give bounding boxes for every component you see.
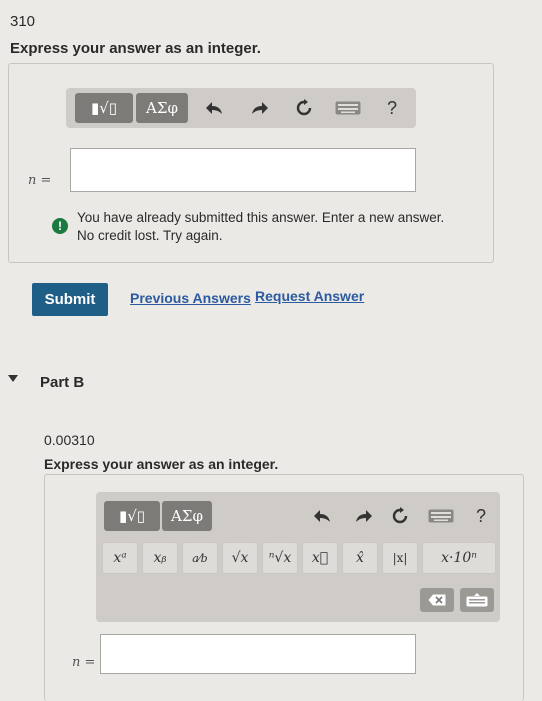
given-value-b: 0.00310 xyxy=(44,432,95,448)
undo-icon-b[interactable] xyxy=(308,502,336,530)
delete-icon[interactable] xyxy=(420,588,454,612)
nth-root-button[interactable]: ⁿ√x xyxy=(262,542,298,574)
redo-icon[interactable] xyxy=(246,94,274,122)
keyboard-toggle-icon[interactable] xyxy=(460,588,494,612)
feedback-message: You have already submitted this answer. … xyxy=(77,209,444,245)
superscript-button[interactable]: xᵃ xyxy=(102,542,138,574)
math-toolbar-b: ▮√▯ ΑΣφ ? xᵃ xᵦ a⁄b √x ⁿ√x x⃗ x̂ |x| x·1… xyxy=(96,492,500,622)
feedback-line-2: No credit lost. Try again. xyxy=(77,228,223,243)
reset-icon-b[interactable] xyxy=(386,502,414,530)
fraction-button[interactable]: a⁄b xyxy=(182,542,218,574)
templates-button[interactable]: ▮√▯ xyxy=(75,93,133,123)
part-b-title[interactable]: Part B xyxy=(40,374,84,391)
keyboard-icon-b[interactable] xyxy=(424,504,458,528)
collapse-caret-icon[interactable] xyxy=(8,375,18,382)
warning-icon: ! xyxy=(52,218,68,234)
submit-button[interactable]: Submit xyxy=(32,283,108,316)
greek-symbols-button[interactable]: ΑΣφ xyxy=(136,93,188,123)
square-root-button[interactable]: √x xyxy=(222,542,258,574)
instruction-b: Express your answer as an integer. xyxy=(44,456,279,472)
vector-button[interactable]: x⃗ xyxy=(302,542,338,574)
scientific-notation-button[interactable]: x·10ⁿ xyxy=(422,542,496,574)
unit-vector-button[interactable]: x̂ xyxy=(342,542,378,574)
undo-icon[interactable] xyxy=(200,94,228,122)
subscript-button[interactable]: xᵦ xyxy=(142,542,178,574)
help-icon[interactable]: ? xyxy=(378,94,406,122)
reset-icon[interactable] xyxy=(290,94,318,122)
previous-answers-link[interactable]: Previous Answers xyxy=(130,290,251,306)
absolute-value-button[interactable]: |x| xyxy=(382,542,418,574)
variable-label-a: n = xyxy=(28,173,52,188)
keyboard-icon[interactable] xyxy=(332,96,364,120)
feedback-line-1: You have already submitted this answer. … xyxy=(77,210,445,225)
redo-icon-b[interactable] xyxy=(350,502,378,530)
instruction-a: Express your answer as an integer. xyxy=(10,40,261,57)
given-value-a: 310 xyxy=(10,13,36,30)
help-icon-b[interactable]: ? xyxy=(468,502,494,530)
variable-label-b: n = xyxy=(72,655,96,670)
math-toolbar-a: ▮√▯ ΑΣφ ? xyxy=(66,88,416,128)
templates-button-b[interactable]: ▮√▯ xyxy=(104,501,160,531)
answer-input-a[interactable] xyxy=(70,148,416,192)
request-answer-link[interactable]: Request Answer xyxy=(255,288,364,304)
greek-symbols-button-b[interactable]: ΑΣφ xyxy=(162,501,212,531)
answer-input-b[interactable] xyxy=(100,634,416,674)
